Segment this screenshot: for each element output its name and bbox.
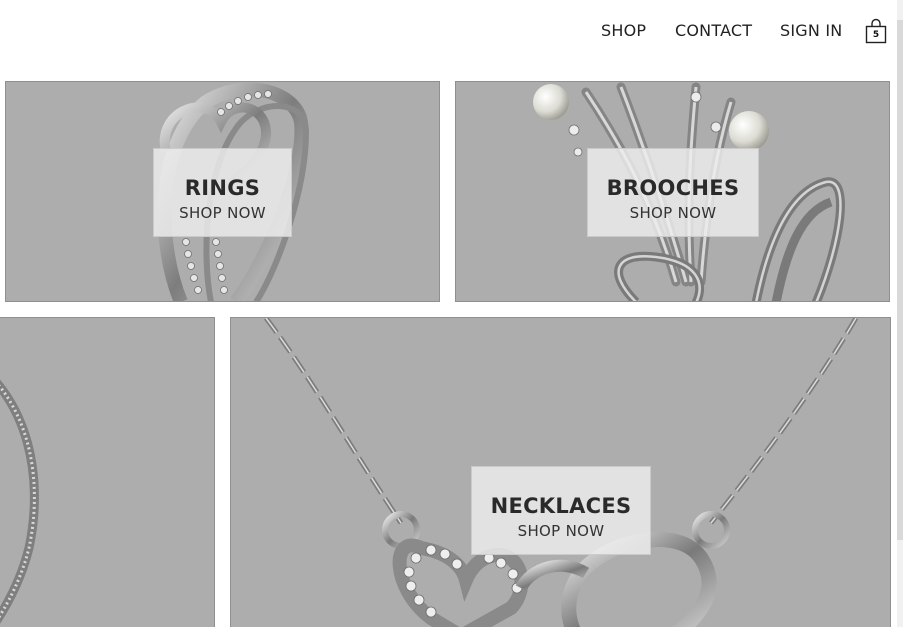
rings-label-box[interactable]: RINGS SHOP NOW (153, 148, 292, 237)
nav-sign-in-link[interactable]: SIGN IN (780, 21, 842, 40)
brooches-title: BROOCHES (606, 176, 740, 200)
brooches-shop-now-link[interactable]: SHOP NOW (588, 204, 758, 222)
page-scrollbar[interactable] (897, 0, 903, 627)
necklaces-label-box[interactable]: NECKLACES SHOP NOW (471, 466, 651, 555)
nav-contact-link[interactable]: CONTACT (675, 21, 752, 40)
category-tile-partial[interactable] (0, 317, 215, 627)
scrollbar-thumb[interactable] (897, 20, 903, 540)
cart-button[interactable]: 5 (864, 18, 888, 44)
nav-shop-link[interactable]: SHOP (601, 21, 646, 40)
necklaces-shop-now-link[interactable]: SHOP NOW (472, 522, 650, 540)
category-tile-rings[interactable]: RINGS SHOP NOW (5, 81, 440, 302)
necklaces-title: NECKLACES (490, 494, 632, 518)
category-tile-necklaces[interactable]: NECKLACES SHOP NOW (230, 317, 891, 627)
category-tile-brooches[interactable]: BROOCHES SHOP NOW (455, 81, 890, 302)
top-navigation: SHOP CONTACT SIGN IN 5 (0, 0, 903, 64)
brooches-label-box[interactable]: BROOCHES SHOP NOW (587, 148, 759, 237)
rings-title: RINGS (184, 176, 261, 200)
page: SHOP CONTACT SIGN IN 5 RINGS SHOP NOW BR… (0, 0, 903, 627)
cart-count-badge: 5 (872, 30, 880, 40)
rings-shop-now-link[interactable]: SHOP NOW (154, 204, 291, 222)
chain-bracelet-image (0, 379, 39, 624)
